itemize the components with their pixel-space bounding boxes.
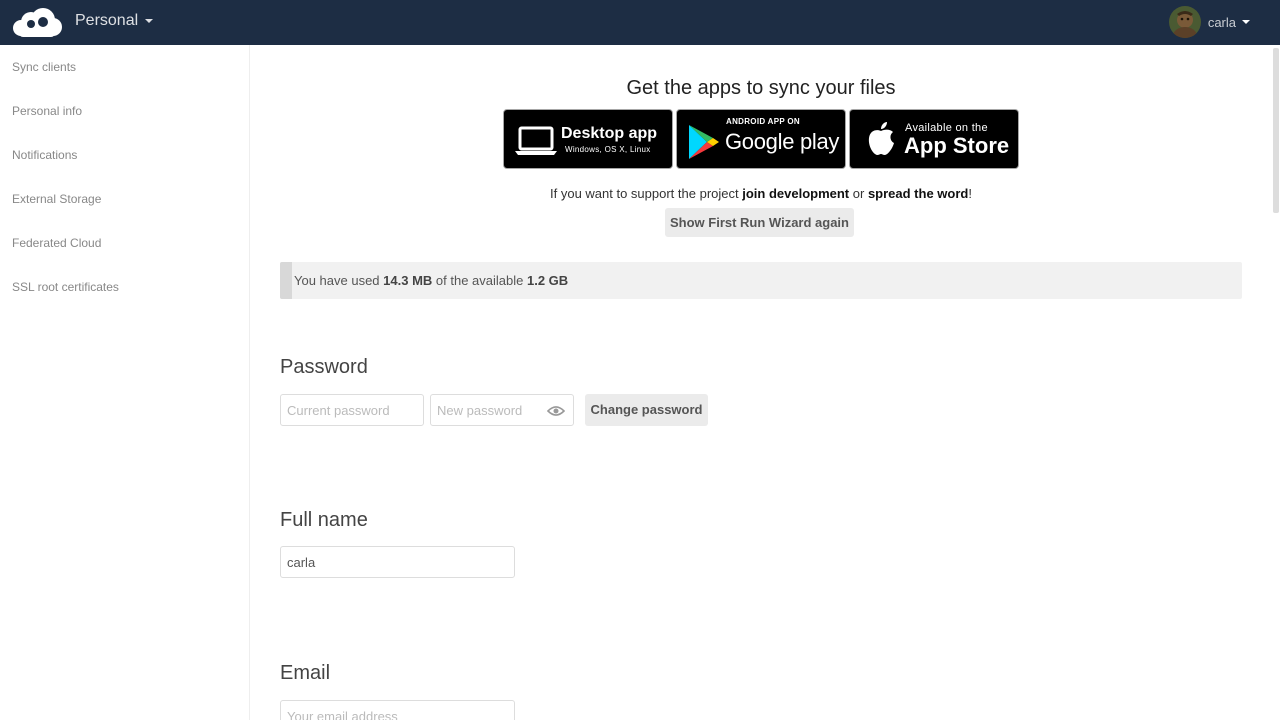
owncloud-logo-icon[interactable] bbox=[11, 7, 63, 37]
change-password-button[interactable]: Change password bbox=[585, 394, 708, 426]
settings-sidebar: Sync clients Personal info Notifications… bbox=[0, 45, 250, 720]
desktop-app-badge[interactable]: Desktop app Windows, OS X, Linux bbox=[503, 109, 673, 169]
spread-the-word-link[interactable]: spread the word bbox=[868, 186, 968, 201]
password-section-title: Password bbox=[280, 356, 368, 378]
caret-down-icon bbox=[1242, 20, 1250, 24]
quota-text: You have used 14.3 MB of the available 1… bbox=[294, 273, 568, 288]
support-message: If you want to support the project join … bbox=[250, 186, 1272, 201]
top-header: Personal carla bbox=[0, 0, 1280, 45]
app-menu-toggle[interactable]: Personal bbox=[75, 12, 154, 30]
scrollbar-thumb[interactable] bbox=[1273, 48, 1279, 213]
sidebar-item-notifications[interactable]: Notifications bbox=[0, 133, 249, 177]
desktop-badge-title: Desktop app bbox=[561, 125, 658, 142]
apple-badge-title: App Store bbox=[904, 133, 1010, 158]
laptop-icon bbox=[515, 126, 557, 155]
support-suffix: ! bbox=[968, 186, 972, 201]
google-play-icon bbox=[689, 125, 719, 159]
join-development-link[interactable]: join development bbox=[742, 186, 849, 201]
google-play-badge[interactable]: ANDROID APP ON Google play bbox=[676, 109, 846, 169]
full-name-input[interactable] bbox=[280, 546, 515, 578]
avatar bbox=[1168, 6, 1201, 38]
email-section-title: Email bbox=[280, 662, 331, 684]
sidebar-item-ssl-root-certificates[interactable]: SSL root certificates bbox=[0, 265, 249, 309]
sidebar-item-external-storage[interactable]: External Storage bbox=[0, 177, 249, 221]
sync-apps-title: Get the apps to sync your files bbox=[626, 77, 896, 99]
quota-prefix: You have used bbox=[294, 273, 384, 288]
app-badges: Desktop app Windows, OS X, Linux ANDROID… bbox=[503, 109, 1019, 169]
quota-total: 1.2 GB bbox=[526, 273, 569, 288]
sidebar-item-federated-cloud[interactable]: Federated Cloud bbox=[0, 221, 249, 265]
caret-down-icon bbox=[145, 19, 154, 23]
user-menu-toggle[interactable]: carla bbox=[1168, 6, 1250, 38]
show-password-eye-icon[interactable] bbox=[547, 405, 565, 417]
quota-used: 14.3 MB bbox=[383, 273, 433, 288]
current-password-input[interactable] bbox=[280, 394, 424, 426]
quota-middle: of the available bbox=[432, 273, 527, 288]
desktop-badge-subtitle: Windows, OS X, Linux bbox=[565, 145, 651, 154]
main-content: Get the apps to sync your files Desktop … bbox=[250, 45, 1272, 720]
apple-icon bbox=[868, 122, 894, 155]
support-prefix: If you want to support the project bbox=[550, 186, 743, 201]
quota-progress-fill bbox=[280, 262, 292, 299]
sidebar-item-personal-info[interactable]: Personal info bbox=[0, 89, 249, 133]
full-name-section-title: Full name bbox=[280, 509, 368, 531]
page-scrollbar[interactable] bbox=[1272, 45, 1280, 720]
quota-bar: You have used 14.3 MB of the available 1… bbox=[280, 262, 1242, 299]
email-input[interactable] bbox=[280, 700, 515, 720]
show-first-run-wizard-button[interactable]: Show First Run Wizard again bbox=[665, 208, 854, 237]
app-store-badge[interactable]: Available on the App Store bbox=[849, 109, 1019, 169]
sidebar-item-sync-clients[interactable]: Sync clients bbox=[0, 45, 249, 89]
app-name: Personal bbox=[75, 12, 139, 29]
username-label: carla bbox=[1207, 14, 1236, 30]
google-badge-title: Google play bbox=[725, 129, 840, 154]
google-badge-subtitle: ANDROID APP ON bbox=[726, 117, 800, 126]
support-or: or bbox=[849, 186, 868, 201]
